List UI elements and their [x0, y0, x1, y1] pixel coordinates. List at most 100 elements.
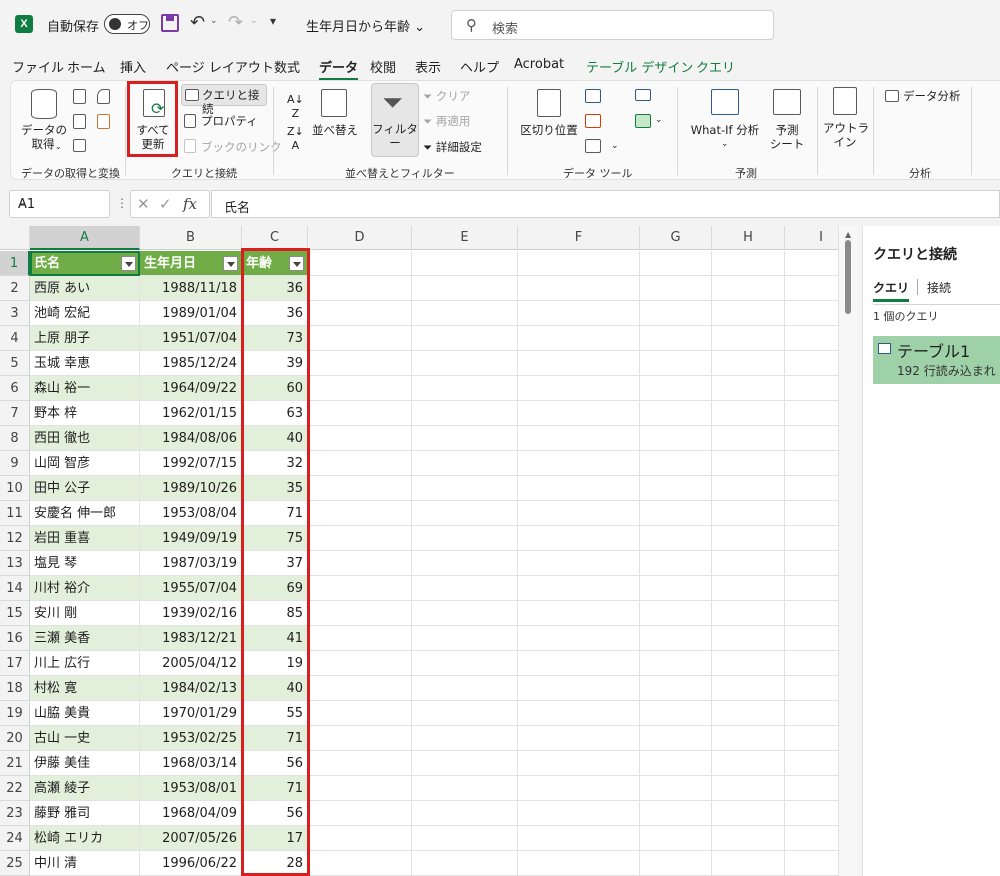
table-cell[interactable]: 塩見 琴 — [30, 551, 140, 576]
table-cell[interactable]: 1985/12/24 — [140, 351, 242, 376]
flash-fill-icon[interactable] — [585, 89, 601, 103]
column-header-d[interactable]: D — [308, 226, 412, 250]
empty-cell[interactable] — [712, 776, 785, 801]
empty-cell[interactable] — [308, 626, 412, 651]
row-header[interactable]: 12 — [0, 526, 30, 551]
empty-cell[interactable] — [640, 276, 712, 301]
table-cell[interactable]: 村松 寛 — [30, 676, 140, 701]
empty-cell[interactable] — [712, 501, 785, 526]
table-cell[interactable]: 山岡 智彦 — [30, 451, 140, 476]
empty-cell[interactable] — [412, 401, 518, 426]
empty-cell[interactable] — [412, 751, 518, 776]
empty-cell[interactable] — [640, 726, 712, 751]
empty-cell[interactable] — [518, 401, 640, 426]
empty-cell[interactable] — [785, 751, 838, 776]
empty-cell[interactable] — [308, 451, 412, 476]
empty-cell[interactable] — [308, 426, 412, 451]
empty-cell[interactable] — [712, 476, 785, 501]
empty-cell[interactable] — [712, 826, 785, 851]
empty-cell[interactable] — [785, 551, 838, 576]
table-cell[interactable]: 安慶名 伸一郎 — [30, 501, 140, 526]
tab-data[interactable]: データ — [319, 57, 359, 81]
what-if-button[interactable]: What-If 分析 — [685, 123, 765, 137]
row-header[interactable]: 8 — [0, 426, 30, 451]
table-cell[interactable]: 田中 公子 — [30, 476, 140, 501]
empty-cell[interactable] — [518, 326, 640, 351]
empty-cell[interactable] — [640, 501, 712, 526]
undo-dropdown-icon[interactable]: ⌄ — [210, 16, 218, 26]
row-header[interactable]: 13 — [0, 551, 30, 576]
row-header[interactable]: 16 — [0, 626, 30, 651]
empty-cell[interactable] — [712, 726, 785, 751]
empty-cell[interactable] — [412, 701, 518, 726]
empty-cell[interactable] — [412, 351, 518, 376]
cancel-icon[interactable]: ✕ — [137, 195, 150, 213]
table-cell[interactable]: 1968/04/09 — [140, 801, 242, 826]
empty-cell[interactable] — [640, 376, 712, 401]
row-header[interactable]: 18 — [0, 676, 30, 701]
empty-cell[interactable] — [640, 801, 712, 826]
empty-cell[interactable] — [640, 326, 712, 351]
tab-help[interactable]: ヘルプ — [460, 57, 499, 76]
empty-cell[interactable] — [518, 301, 640, 326]
empty-cell[interactable] — [308, 676, 412, 701]
column-header-b[interactable]: B — [140, 226, 242, 250]
empty-cell[interactable] — [785, 301, 838, 326]
table-cell[interactable]: 1989/01/04 — [140, 301, 242, 326]
data-model-dropdown-icon[interactable]: ⌄ — [655, 115, 663, 125]
table-cell[interactable]: 2007/05/26 — [140, 826, 242, 851]
what-if-dropdown-icon[interactable]: ⌄ — [721, 139, 729, 149]
row-header[interactable]: 5 — [0, 351, 30, 376]
table-cell[interactable]: 池崎 宏紀 — [30, 301, 140, 326]
tab-insert[interactable]: 挿入 — [120, 57, 146, 76]
row-header[interactable]: 2 — [0, 276, 30, 301]
empty-cell[interactable] — [308, 301, 412, 326]
empty-cell[interactable] — [640, 651, 712, 676]
table-cell[interactable]: 1955/07/04 — [140, 576, 242, 601]
empty-cell[interactable] — [712, 301, 785, 326]
table-cell[interactable]: 1988/11/18 — [140, 276, 242, 301]
empty-cell[interactable] — [785, 526, 838, 551]
table-cell[interactable]: 2005/04/12 — [140, 651, 242, 676]
empty-cell[interactable] — [712, 401, 785, 426]
name-box[interactable]: A1 ⌄ — [9, 190, 110, 218]
row-header[interactable]: 11 — [0, 501, 30, 526]
empty-cell[interactable] — [785, 651, 838, 676]
empty-cell[interactable] — [518, 726, 640, 751]
empty-cell[interactable] — [640, 451, 712, 476]
undo-icon[interactable]: ↶ — [190, 12, 205, 33]
empty-cell[interactable] — [412, 676, 518, 701]
filter-dropdown-icon[interactable] — [223, 256, 238, 271]
spreadsheet-grid[interactable]: A B C D E F G H I 1 氏名 生年月日 年齢 2 西原 あい 1988/11/18 36 3 池崎 … — [0, 226, 838, 876]
empty-cell[interactable] — [518, 676, 640, 701]
text-to-columns-button[interactable]: 区切り位置 — [517, 123, 581, 137]
empty-cell[interactable] — [412, 326, 518, 351]
empty-cell[interactable] — [640, 851, 712, 876]
relationships-icon[interactable] — [635, 89, 651, 101]
table-header-cell[interactable]: 生年月日 — [140, 251, 242, 276]
empty-cell[interactable] — [785, 326, 838, 351]
empty-cell[interactable] — [308, 276, 412, 301]
empty-cell[interactable] — [518, 551, 640, 576]
empty-cell[interactable] — [640, 401, 712, 426]
empty-cell[interactable] — [785, 576, 838, 601]
query-item[interactable]: テーブル1 192 行読み込まれ — [873, 336, 1000, 384]
empty-cell[interactable] — [640, 826, 712, 851]
table-cell[interactable]: 山脇 美貴 — [30, 701, 140, 726]
empty-cell[interactable] — [412, 526, 518, 551]
remove-duplicates-icon[interactable] — [585, 114, 601, 128]
empty-cell[interactable] — [640, 551, 712, 576]
empty-cell[interactable] — [518, 751, 640, 776]
table-cell[interactable]: 1953/08/01 — [140, 776, 242, 801]
empty-cell[interactable] — [785, 626, 838, 651]
empty-cell[interactable] — [308, 701, 412, 726]
empty-cell[interactable] — [785, 776, 838, 801]
row-header[interactable]: 9 — [0, 451, 30, 476]
empty-cell[interactable] — [412, 376, 518, 401]
get-data-dropdown-icon[interactable]: ⌄ — [55, 142, 62, 151]
table-cell[interactable]: 1949/09/19 — [140, 526, 242, 551]
filter-button[interactable]: ⏷ フィルター — [371, 83, 419, 157]
column-header-e[interactable]: E — [412, 226, 518, 250]
empty-cell[interactable] — [712, 351, 785, 376]
properties-button[interactable]: プロパティ — [201, 114, 258, 128]
